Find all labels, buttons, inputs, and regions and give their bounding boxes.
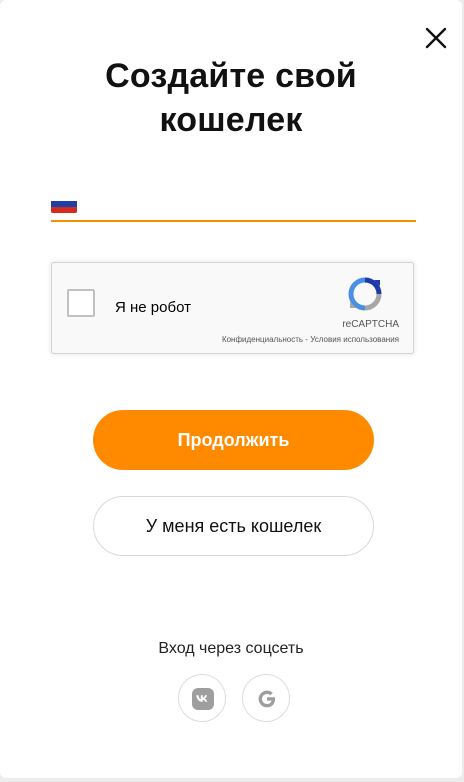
have-wallet-button[interactable]: У меня есть кошелек	[93, 496, 374, 556]
recaptcha-label: Я не робот	[115, 299, 191, 316]
phone-field[interactable]	[51, 188, 416, 222]
google-icon	[258, 690, 276, 708]
title-line-1: Создайте свой	[105, 57, 357, 95]
russia-flag-icon[interactable]	[51, 195, 77, 213]
title-line-2: кошелек	[159, 101, 303, 139]
vk-login-button[interactable]	[178, 674, 226, 722]
recaptcha-logo-icon	[346, 275, 384, 313]
page-title: Создайте свой кошелек	[0, 54, 462, 142]
vk-icon	[192, 688, 214, 710]
close-icon[interactable]	[422, 24, 450, 52]
continue-button[interactable]: Продолжить	[93, 410, 374, 470]
phone-input[interactable]	[85, 188, 409, 222]
recaptcha-widget: Я не робот reCAPTCHA Конфиденциальность …	[51, 262, 414, 354]
recaptcha-checkbox[interactable]	[67, 289, 95, 317]
social-login-title: Вход через соцсеть	[158, 640, 304, 657]
create-wallet-modal: Создайте свой кошелек Я не робот reCAPTC…	[0, 0, 462, 778]
google-login-button[interactable]	[242, 674, 290, 722]
recaptcha-links[interactable]: Конфиденциальность - Условия использован…	[222, 335, 399, 344]
recaptcha-brand: reCAPTCHA	[342, 319, 399, 330]
